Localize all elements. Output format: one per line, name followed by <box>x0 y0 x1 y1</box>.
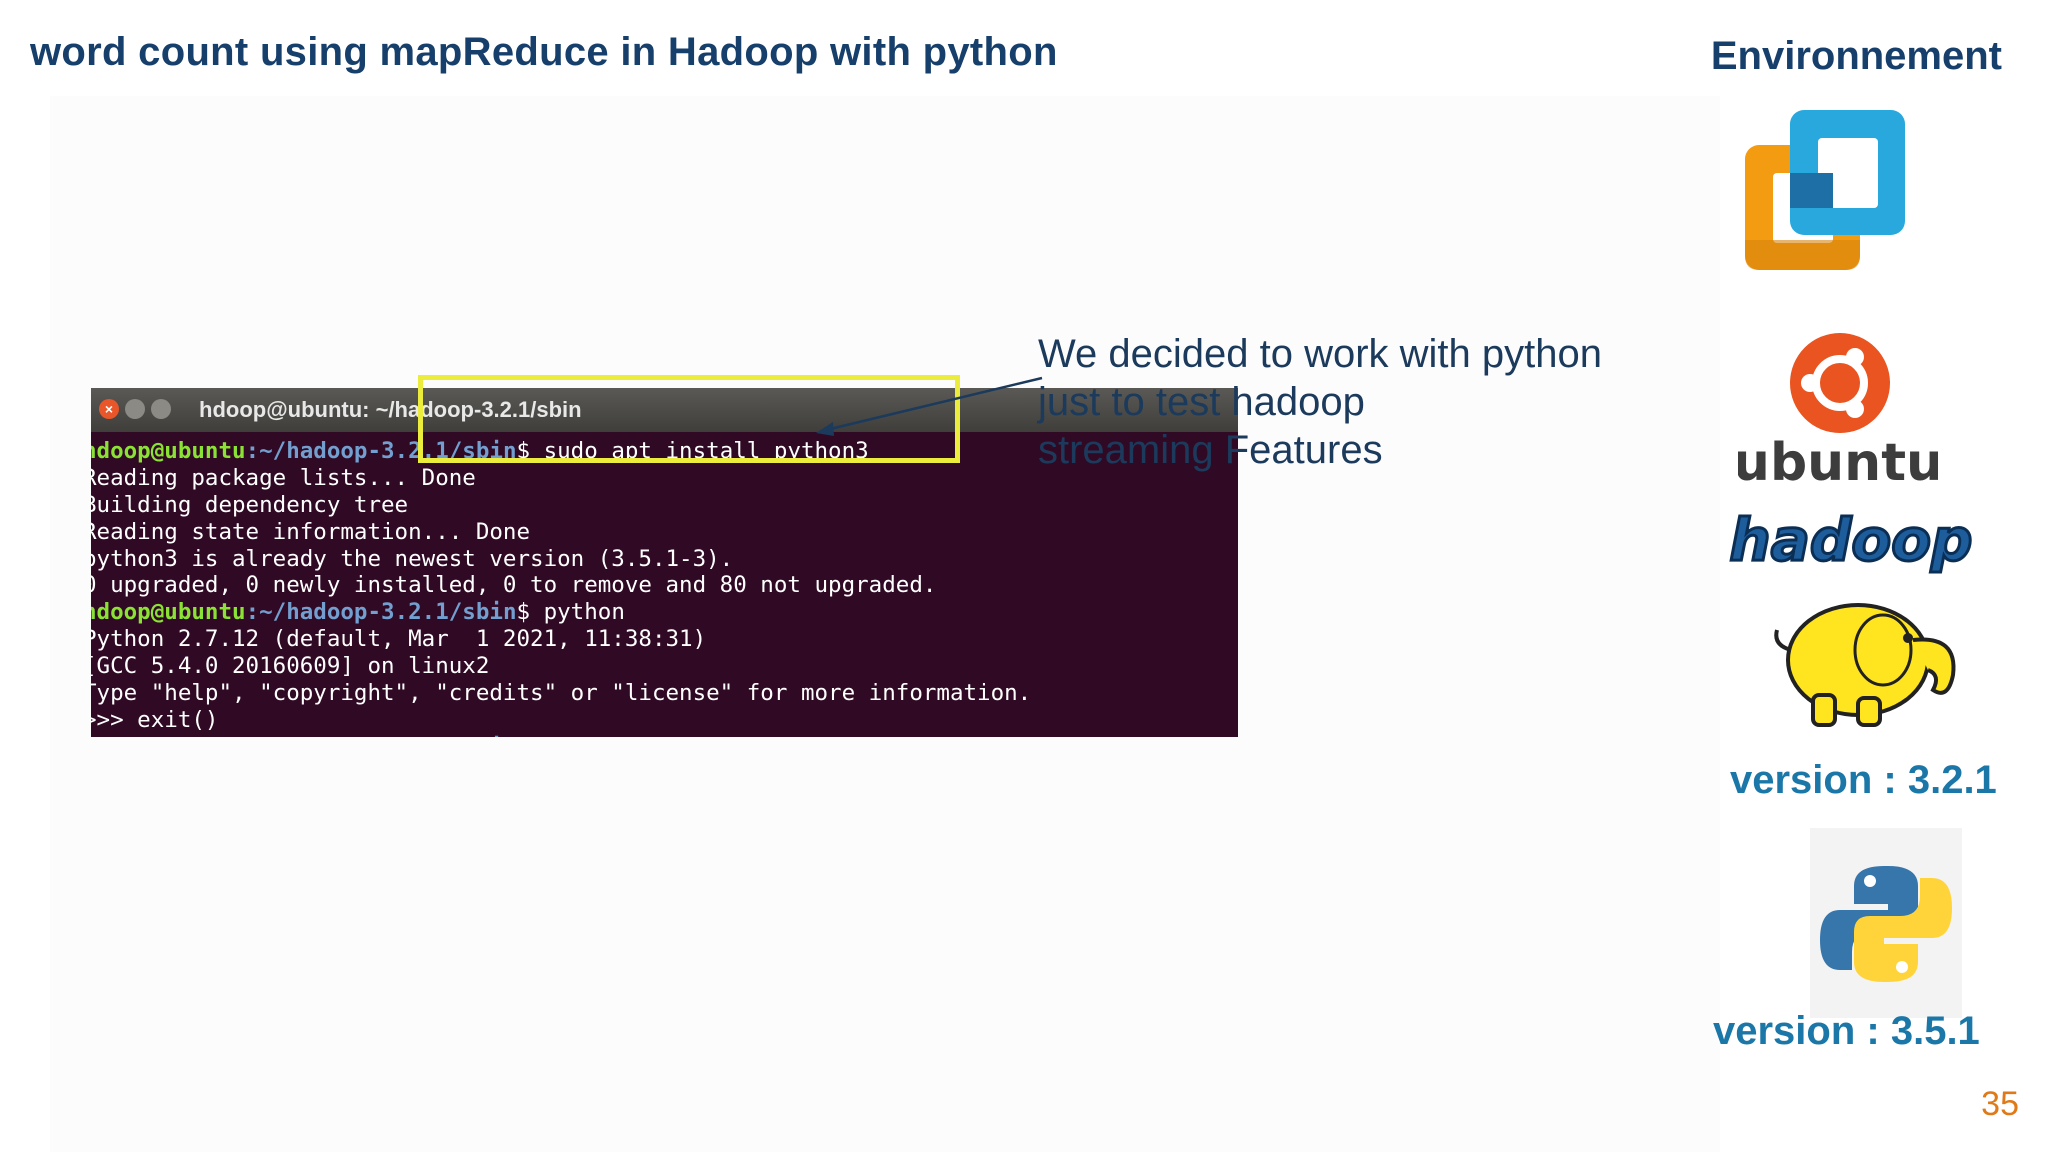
terminal-line: >>> exit() <box>91 707 1238 734</box>
terminal-output: hdoop@ubuntu:~/hadoop-3.2.1/sbin$ sudo a… <box>91 432 1238 737</box>
terminal-prompt-path: :~/hadoop-3.2.1/sbin <box>246 734 517 737</box>
terminal-line-text: 0 upgraded, 0 newly installed, 0 to remo… <box>91 572 937 599</box>
terminal-line-text: $ <box>517 734 544 737</box>
annotation-text: We decided to work with python just to t… <box>1038 330 1602 474</box>
python-icon <box>1810 828 1962 1018</box>
vmware-icon <box>1745 110 1905 270</box>
terminal-prompt-user: hdoop@ubuntu <box>91 734 246 737</box>
hadoop-wordmark: hadoop <box>1728 508 1974 576</box>
terminal-line-text: Reading package lists... Done <box>91 464 476 491</box>
terminal-line-text: >>> exit() <box>91 706 219 733</box>
close-icon: × <box>99 399 119 419</box>
annotation-line: We decided to work with python <box>1038 332 1603 376</box>
ubuntu-wordmark: ubuntu <box>1738 433 1938 493</box>
terminal-line: hdoop@ubuntu:~/hadoop-3.2.1/sbin$ <box>91 734 1238 737</box>
svg-text:hadoop: hadoop <box>1729 508 1972 574</box>
terminal-line: Type "help", "copyright", "credits" or "… <box>91 680 1238 707</box>
annotation-line: just to test hadoop <box>1038 380 1365 424</box>
terminal-line-text: Building dependency tree <box>91 491 409 518</box>
terminal-line-text: Type "help", "copyright", "credits" or "… <box>91 680 1032 707</box>
python-version: version : 3.5.1 <box>1713 1009 1980 1053</box>
svg-text:ubuntu: ubuntu <box>1738 433 1938 493</box>
terminal-prompt-user: hdoop@ubuntu <box>91 599 246 626</box>
maximize-icon <box>151 399 171 419</box>
ubuntu-icon <box>1790 333 1890 433</box>
terminal-line: Reading state information... Done <box>91 519 1238 546</box>
annotation-line: streaming Features <box>1038 428 1383 472</box>
slide-title: word count using mapReduce in Hadoop wit… <box>30 30 1058 74</box>
terminal-line: hdoop@ubuntu:~/hadoop-3.2.1/sbin$ python <box>91 599 1238 626</box>
terminal-line: Python 2.7.12 (default, Mar 1 2021, 11:3… <box>91 626 1238 653</box>
environment-title: Environnement <box>1710 34 2002 78</box>
hadoop-icon <box>1774 603 1956 727</box>
hadoop-version: version : 3.2.1 <box>1730 758 1997 802</box>
terminal-line: Building dependency tree <box>91 492 1238 519</box>
terminal-line-text: [GCC 5.4.0 20160609] on linux2 <box>91 653 490 680</box>
page-number: 35 <box>1981 1085 2019 1123</box>
terminal-line: python3 is already the newest version (3… <box>91 546 1238 573</box>
terminal-line-text: python3 is already the newest version (3… <box>91 545 734 572</box>
terminal-line-text: Python 2.7.12 (default, Mar 1 2021, 11:3… <box>91 626 707 653</box>
terminal-line-text: Reading state information... Done <box>91 518 531 545</box>
command-highlight-box <box>418 375 960 463</box>
terminal-prompt-path: :~/hadoop-3.2.1/sbin <box>245 599 517 626</box>
terminal-prompt-user: hdoop@ubuntu <box>91 438 246 464</box>
minimize-icon <box>125 399 145 419</box>
terminal-line: [GCC 5.4.0 20160609] on linux2 <box>91 653 1238 680</box>
terminal-line: 0 upgraded, 0 newly installed, 0 to remo… <box>91 572 1238 599</box>
terminal-line-text: $ python <box>516 599 625 626</box>
